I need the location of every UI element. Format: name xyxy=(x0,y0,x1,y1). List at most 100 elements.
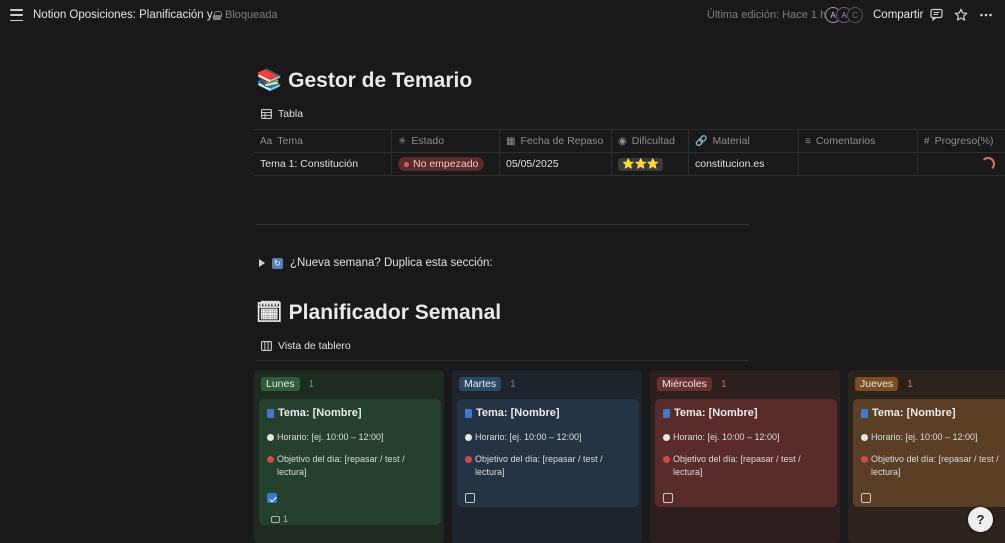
target-icon xyxy=(663,456,670,463)
more-options-icon[interactable] xyxy=(979,8,993,22)
planner-heading: 🗓 Planificador Semanal xyxy=(256,300,501,325)
share-button[interactable]: Compartir xyxy=(873,9,923,21)
column-header[interactable]: Miércoles 1 xyxy=(657,377,727,391)
cell-estado[interactable]: No empezado xyxy=(392,153,500,175)
cell-comentarios[interactable] xyxy=(799,153,918,175)
comment-icon xyxy=(271,515,280,523)
column-count: 1 xyxy=(510,378,516,390)
objetivo-text: Objetivo del día: [repasar / test / lect… xyxy=(277,454,405,477)
comment-count[interactable]: 1 xyxy=(267,514,433,524)
temario-title: Gestor de Temario xyxy=(288,68,473,92)
card-checkbox[interactable] xyxy=(663,493,673,503)
column-header[interactable]: Lunes 1 xyxy=(261,377,314,391)
column-label: Material xyxy=(712,135,750,147)
book-icon xyxy=(267,408,274,418)
card-checkbox[interactable] xyxy=(267,493,277,503)
horario-text: Horario: [ej. 10:00 – 12:00] xyxy=(475,432,582,442)
planner-title: Planificador Semanal xyxy=(288,300,502,324)
card-checkbox[interactable] xyxy=(465,493,475,503)
board-card[interactable]: Tema: [Nombre] Horario: [ej. 10:00 – 12:… xyxy=(457,399,639,507)
clock-icon xyxy=(861,434,868,441)
cell-tema[interactable]: Tema 1: Constitución xyxy=(254,153,392,175)
cell-material[interactable]: constitucion.es xyxy=(689,153,799,175)
board-icon xyxy=(261,341,272,351)
status-dot-icon xyxy=(404,161,409,167)
board-card[interactable]: Tema: [Nombre] Horario: [ej. 10:00 – 12:… xyxy=(259,399,441,525)
column-tag: Jueves xyxy=(855,377,899,391)
avatar-group[interactable]: A A C xyxy=(825,7,865,23)
column-header-progreso[interactable]: # Progreso(%) xyxy=(918,130,1005,152)
board-card[interactable]: Tema: [Nombre] Horario: [ej. 10:00 – 12:… xyxy=(853,399,1005,507)
help-button[interactable]: ? xyxy=(968,507,993,532)
locked-indicator[interactable]: Bloqueada xyxy=(213,9,278,21)
column-count: 1 xyxy=(720,378,727,390)
objetivo-text: Objetivo del día: [repasar / test / lect… xyxy=(871,454,999,477)
column-header[interactable]: Martes 1 xyxy=(459,377,516,391)
menu-icon[interactable] xyxy=(10,9,23,21)
card-horario: Horario: [ej. 10:00 – 12:00] xyxy=(861,431,1005,444)
card-title: Tema: [Nombre] xyxy=(465,407,631,419)
card-title-text: Tema: [Nombre] xyxy=(674,407,758,419)
toggle-arrow-icon[interactable] xyxy=(259,259,265,267)
card-title: Tema: [Nombre] xyxy=(267,407,433,419)
cell-progreso[interactable] xyxy=(918,153,1005,175)
card-title: Tema: [Nombre] xyxy=(663,407,829,419)
toggle-block[interactable]: ↻ ¿Nueva semana? Duplica esta sección: xyxy=(259,257,493,269)
comment-count-text: 1 xyxy=(283,514,289,524)
repeat-icon: ↻ xyxy=(272,257,283,269)
board-card[interactable]: Tema: [Nombre] Horario: [ej. 10:00 – 12:… xyxy=(655,399,837,507)
book-icon xyxy=(663,408,670,418)
column-header-estado[interactable]: ✳ Estado xyxy=(392,130,500,152)
column-label: Dificultad xyxy=(631,135,675,147)
column-header[interactable]: Jueves 1 xyxy=(855,377,913,391)
board-column-0: Lunes 1 Tema: [Nombre] Horario: [ej. 10:… xyxy=(254,370,444,543)
clock-icon xyxy=(465,434,472,441)
text-type-icon: Aa xyxy=(260,135,273,147)
calendar-icon: ▦ xyxy=(506,135,516,147)
card-horario: Horario: [ej. 10:00 – 12:00] xyxy=(663,431,829,444)
star-icon[interactable] xyxy=(954,8,968,22)
card-checkbox[interactable] xyxy=(861,493,871,503)
board-column-2: Miércoles 1 Tema: [Nombre] Horario: [ej.… xyxy=(650,370,840,543)
column-label: Comentarios xyxy=(815,135,876,147)
table-row[interactable]: Tema 1: Constitución No empezado 05/05/2… xyxy=(254,152,1005,176)
target-icon xyxy=(465,456,472,463)
target-icon xyxy=(861,456,868,463)
column-header-material[interactable]: 🔗 Material xyxy=(689,130,799,152)
temario-table: Aa Tema ✳ Estado ▦ Fecha de Repaso ◉ Dificul… xyxy=(254,129,1005,176)
tab-tabla[interactable]: Tabla xyxy=(261,108,303,120)
board-column-1: Martes 1 Tema: [Nombre] Horario: [ej. 10… xyxy=(452,370,642,543)
card-title-text: Tema: [Nombre] xyxy=(872,407,956,419)
column-label: Progreso(%) xyxy=(934,135,994,147)
card-title-text: Tema: [Nombre] xyxy=(476,407,560,419)
book-icon xyxy=(861,408,868,418)
horario-text: Horario: [ej. 10:00 – 12:00] xyxy=(277,432,384,442)
column-count: 1 xyxy=(907,378,913,390)
column-tag: Martes xyxy=(459,377,502,391)
column-header-dificultad[interactable]: ◉ Dificultad xyxy=(612,130,689,152)
column-header-tema[interactable]: Aa Tema xyxy=(254,130,392,152)
books-icon: 📚 xyxy=(256,68,283,92)
tab-vista-tablero[interactable]: Vista de tablero xyxy=(261,340,351,352)
cell-fecha[interactable]: 05/05/2025 xyxy=(500,153,612,175)
calendar-icon: 🗓 xyxy=(256,300,283,324)
view-underline xyxy=(256,360,748,361)
column-header-comentarios[interactable]: ≡ Comentarios xyxy=(799,130,918,152)
table-header-row: Aa Tema ✳ Estado ▦ Fecha de Repaso ◉ Dificul… xyxy=(254,129,1005,152)
card-horario: Horario: [ej. 10:00 – 12:00] xyxy=(465,431,631,444)
table-icon xyxy=(261,109,272,119)
page-breadcrumb-title[interactable]: Notion Oposiciones: Planificación y... xyxy=(33,9,221,21)
select-type-icon: ◉ xyxy=(618,135,627,147)
temario-heading: 📚 Gestor de Temario xyxy=(256,68,472,93)
target-icon xyxy=(267,456,274,463)
card-objetivo: Objetivo del día: [repasar / test / lect… xyxy=(465,453,631,479)
objetivo-text: Objetivo del día: [repasar / test / lect… xyxy=(475,454,603,477)
lock-icon xyxy=(213,10,222,20)
column-tag: Miércoles xyxy=(657,377,712,391)
book-icon xyxy=(465,408,472,418)
status-badge: No empezado xyxy=(398,157,485,171)
column-header-fecha[interactable]: ▦ Fecha de Repaso xyxy=(500,130,612,152)
card-objetivo: Objetivo del día: [repasar / test / lect… xyxy=(861,453,1005,479)
comment-icon[interactable] xyxy=(929,8,943,22)
cell-dificultad[interactable]: ⭐⭐⭐ xyxy=(612,153,689,175)
